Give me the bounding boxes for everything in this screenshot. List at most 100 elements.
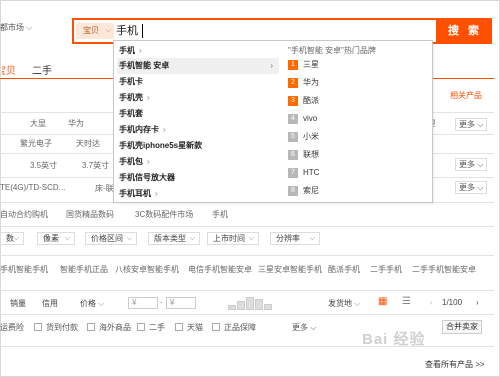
chevron-right-icon: ›: [147, 93, 150, 102]
hot-brand-item[interactable]: 8 索尼: [288, 183, 319, 199]
related-search-link[interactable]: 八核安卓智能手机: [115, 264, 179, 275]
chevron-right-icon: ›: [139, 46, 142, 55]
suggestion-item[interactable]: 手机壳 ›: [117, 90, 279, 106]
chevron-down-icon: ⌵: [354, 299, 361, 308]
checkbox[interactable]: [137, 323, 145, 331]
more-button[interactable]: 更多 ⌵: [455, 158, 488, 171]
text-caret: [142, 24, 143, 38]
rank-badge: 6: [288, 150, 298, 160]
network-option[interactable]: 天时达: [76, 138, 100, 149]
hot-brand-item[interactable]: 7 HTC: [288, 165, 319, 181]
option-tmall[interactable]: 天猫: [175, 322, 203, 333]
chevron-down-icon: ⌵: [126, 235, 132, 242]
suggestion-item[interactable]: 手机套: [117, 106, 279, 122]
more-button[interactable]: 更多 ⌵: [455, 118, 488, 131]
price-dash: -: [160, 298, 163, 307]
hot-brand-item[interactable]: 2 华为: [288, 75, 319, 91]
list-view-icon[interactable]: ☰: [402, 296, 411, 307]
more-button[interactable]: 更多 ⌵: [455, 181, 488, 194]
option-freight-insurance[interactable]: 运费险: [0, 322, 24, 333]
grid-view-icon[interactable]: ▦: [378, 296, 387, 307]
chevron-down-icon: ⌵: [64, 235, 70, 242]
filter-dropdown[interactable]: 数 ⌵: [0, 232, 24, 245]
hot-brand-item[interactable]: 6 联想: [288, 147, 319, 163]
filter-dropdown[interactable]: 像素 ⌵: [37, 232, 75, 245]
market-selector[interactable]: 都市场 ⌵: [0, 22, 32, 33]
chevron-down-icon: ⌵: [105, 27, 111, 34]
checkbox[interactable]: [87, 323, 95, 331]
checkbox[interactable]: [175, 323, 183, 331]
search-button[interactable]: 搜 索: [438, 18, 492, 44]
hot-brand-item[interactable]: 5 小米: [288, 129, 319, 145]
filter-dropdown[interactable]: 分辨率 ⌵: [270, 232, 320, 245]
chevron-down-icon: ⌵: [26, 23, 33, 32]
rank-badge: 5: [288, 132, 298, 142]
price-max-input[interactable]: ¥: [166, 297, 196, 309]
channel-link[interactable]: 自动合约购机: [0, 209, 48, 220]
search-input[interactable]: 手机: [116, 23, 138, 39]
filter-dropdown[interactable]: 版本类型 ⌵: [148, 232, 200, 245]
brand-option[interactable]: 大显: [30, 118, 46, 129]
related-search-link[interactable]: 电信手机智能安卓: [188, 264, 252, 275]
related-search-link[interactable]: 三星安卓智能手机: [258, 264, 322, 275]
related-search-link[interactable]: 酷派手机: [328, 264, 360, 275]
channel-link[interactable]: 3C数码配件市场: [135, 209, 193, 220]
channel-link[interactable]: 国货精品数码: [66, 209, 114, 220]
chevron-right-icon: ›: [270, 61, 273, 70]
screen-option[interactable]: 3.5英寸: [30, 160, 57, 171]
merge-sellers-button[interactable]: 合并卖家: [442, 320, 482, 334]
hot-brands-title: "手机智能 安卓"热门品牌: [288, 46, 376, 55]
hot-brand-item[interactable]: 1 三星: [288, 57, 319, 73]
price-range-histogram[interactable]: [228, 296, 278, 310]
suggestion-item[interactable]: 手机 ›: [117, 43, 279, 59]
sort-price[interactable]: 价格 ⌵: [80, 298, 104, 309]
suggestion-item[interactable]: 手机智能 安卓 ›: [117, 58, 279, 74]
suggestion-item[interactable]: 手机卡: [117, 74, 279, 90]
related-search-link[interactable]: 手机智能手机: [0, 264, 48, 275]
network-option[interactable]: 繁光电子: [20, 138, 52, 149]
suggestion-item[interactable]: 手机耳机 ›: [117, 186, 279, 202]
hot-brand-item[interactable]: 4 vivo: [288, 111, 317, 127]
search-scope-select[interactable]: 宝贝 ⌵: [76, 23, 114, 39]
brand-option[interactable]: 华为: [68, 118, 84, 129]
related-search-link[interactable]: 二手手机: [370, 264, 402, 275]
price-min-input[interactable]: ¥: [128, 297, 158, 309]
tab-secondhand[interactable]: 二手: [32, 62, 52, 77]
suggestion-item[interactable]: 手机壳iphone5s星新款: [117, 138, 279, 154]
rank-badge: 8: [288, 186, 298, 196]
prev-page-icon[interactable]: ‹: [430, 298, 433, 307]
more-options-button[interactable]: 更多 ⌵: [292, 322, 316, 333]
screen-option[interactable]: 3.7英寸: [82, 160, 109, 171]
related-search-link[interactable]: 二手手机智能安卓: [412, 264, 476, 275]
chevron-down-icon: ⌵: [309, 235, 315, 242]
suggestion-item[interactable]: 手机信号放大器: [117, 170, 279, 186]
option-secondhand[interactable]: 二手: [137, 322, 165, 333]
related-search-link[interactable]: 智能手机正品: [60, 264, 108, 275]
suggestion-item[interactable]: 手机包 ›: [117, 154, 279, 170]
ship-from-dropdown[interactable]: 发货地 ⌵: [328, 298, 360, 309]
sort-sales[interactable]: 销量: [10, 298, 26, 309]
search-suggestion-dropdown: 手机 › 手机智能 安卓 › 手机卡 手机壳 › 手机套 手机内存卡 › 手机壳ipho…: [113, 40, 433, 203]
chevron-down-icon: ⌵: [189, 235, 195, 242]
chevron-right-icon: ›: [163, 125, 166, 134]
related-products-link[interactable]: 相关产品: [450, 90, 482, 101]
channel-link[interactable]: 手机: [212, 209, 228, 220]
next-page-icon[interactable]: ›: [476, 298, 479, 307]
filter-dropdown[interactable]: 价格区间 ⌵: [85, 232, 137, 245]
checkbox[interactable]: [212, 323, 220, 331]
suggestion-item[interactable]: 手机内存卡 ›: [117, 122, 279, 138]
hot-brand-item[interactable]: 3 酷派: [288, 93, 319, 109]
spec-option[interactable]: TE(4G)/TD-SCD...: [0, 183, 65, 192]
rank-badge: 2: [288, 78, 298, 88]
option-overseas[interactable]: 海外商品: [87, 322, 131, 333]
view-all-products-link[interactable]: 查看所有产品 >>: [425, 359, 485, 370]
rank-badge: 3: [288, 96, 298, 106]
checkbox[interactable]: [34, 323, 42, 331]
chevron-down-icon: ⌵: [248, 235, 254, 242]
sort-credit[interactable]: 信用: [42, 298, 58, 309]
option-genuine[interactable]: 正品保障: [212, 322, 256, 333]
rank-badge: 7: [288, 168, 298, 178]
watermark-logo: Bai 经验: [362, 331, 426, 348]
option-cod[interactable]: 货到付款: [34, 322, 78, 333]
filter-dropdown[interactable]: 上市时间 ⌵: [207, 232, 259, 245]
